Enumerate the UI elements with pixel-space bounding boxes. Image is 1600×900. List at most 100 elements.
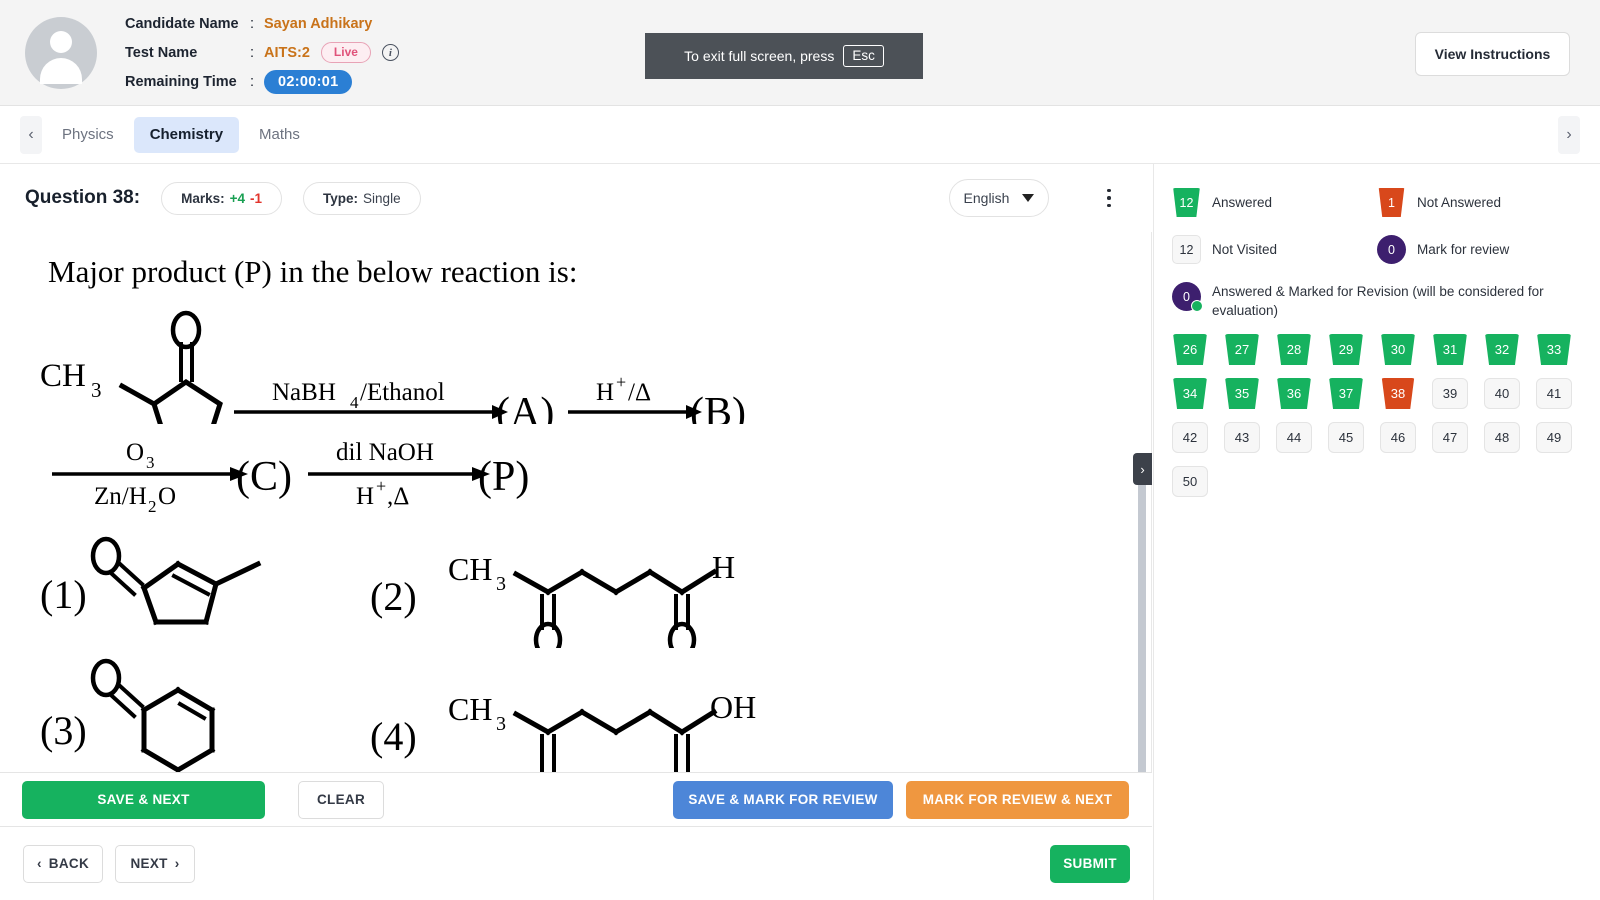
tab-chemistry[interactable]: Chemistry <box>133 116 240 153</box>
reaction-scheme-line-2: O 3 Zn/H 2 O (C) dil NaOH H + ,Δ (P) <box>52 439 529 516</box>
tab-physics[interactable]: Physics <box>46 117 130 153</box>
language-value: English <box>963 190 1010 206</box>
svg-text:4: 4 <box>350 393 359 412</box>
palette-q48[interactable]: 48 <box>1484 422 1520 453</box>
question-number: Question 38: <box>25 187 141 208</box>
palette-q47[interactable]: 47 <box>1432 422 1468 453</box>
palette-q30[interactable]: 30 <box>1381 334 1415 365</box>
palette-q33[interactable]: 33 <box>1537 334 1571 365</box>
palette-q32[interactable]: 32 <box>1485 334 1519 365</box>
panel-collapse-chevron-right-icon[interactable]: › <box>1133 453 1152 485</box>
legend-not-visited-label: Not Visited <box>1212 242 1278 257</box>
avatar <box>25 16 97 89</box>
palette-q27[interactable]: 27 <box>1225 334 1259 365</box>
submit-button[interactable]: SUBMIT <box>1050 844 1130 883</box>
info-icon[interactable]: i <box>381 44 399 61</box>
colon-2: : <box>250 44 255 61</box>
more-options-icon[interactable] <box>1099 182 1119 214</box>
tab-next-chevron-right-icon[interactable]: › <box>1558 115 1580 154</box>
next-button[interactable]: NEXT › <box>115 844 195 883</box>
palette-q40[interactable]: 40 <box>1484 378 1520 409</box>
avatar-body-icon <box>40 57 82 84</box>
fullscreen-toast: To exit full screen, press Esc <box>645 33 923 79</box>
palette-q49[interactable]: 49 <box>1536 422 1572 453</box>
legend-row-1: 12 Answered 1 Not Answered <box>1172 188 1582 217</box>
palette-q37[interactable]: 37 <box>1329 378 1363 409</box>
legend-answered-marked-badge: 0 <box>1172 282 1203 312</box>
legend-mark-review-label: Mark for review <box>1417 242 1510 257</box>
chevron-down-icon <box>1022 194 1035 202</box>
test-name-row: Test Name : AITS:2 Live i <box>125 38 399 67</box>
svg-text:3: 3 <box>91 378 102 402</box>
svg-text:+: + <box>376 476 386 496</box>
question-number-palette: 26 27 28 29 30 31 32 33 34 35 36 37 38 3… <box>1154 320 1600 497</box>
option-2[interactable]: (2) CH 3 H <box>370 530 770 648</box>
palette-q43[interactable]: 43 <box>1224 422 1260 453</box>
type-value: Single <box>363 190 401 206</box>
candidate-name-label: Candidate Name <box>125 15 239 32</box>
legend-answered: 12 Answered <box>1172 188 1377 217</box>
test-name-label: Test Name <box>125 44 198 61</box>
view-instructions-label: View Instructions <box>1434 46 1551 62</box>
svg-text:(P): (P) <box>478 454 529 500</box>
save-and-mark-for-review-button[interactable]: SAVE & MARK FOR REVIEW <box>673 780 893 819</box>
svg-text:CH: CH <box>448 691 492 727</box>
svg-text:H: H <box>596 379 614 406</box>
palette-q35[interactable]: 35 <box>1225 378 1259 409</box>
kebab-dot-1 <box>1107 188 1111 193</box>
legend-not-visited-badge: 12 <box>1172 235 1201 264</box>
palette-q28[interactable]: 28 <box>1277 334 1311 365</box>
status-legend: 12 Answered 1 Not Answered 12 Not Visite… <box>1154 164 1600 320</box>
marks-positive: +4 <box>229 190 246 206</box>
svg-text:O: O <box>126 439 144 466</box>
legend-row-2: 12 Not Visited 0 Mark for review <box>1172 235 1582 264</box>
remaining-time-value: 02:00:01 <box>264 69 353 94</box>
option-1[interactable]: (1) <box>34 522 334 632</box>
tab-prev-chevron-left-icon[interactable]: ‹ <box>20 115 42 154</box>
svg-text:O: O <box>158 483 176 510</box>
svg-text:H: H <box>712 549 735 585</box>
palette-q38[interactable]: 38 <box>1381 378 1415 409</box>
view-instructions-button[interactable]: View Instructions <box>1415 32 1570 76</box>
type-chip: Type: Single <box>303 181 421 215</box>
palette-q50[interactable]: 50 <box>1172 466 1208 497</box>
palette-q41[interactable]: 41 <box>1536 378 1572 409</box>
question-scrollbar[interactable] <box>1138 470 1146 772</box>
colon-3: : <box>250 73 255 90</box>
svg-text:NaBH: NaBH <box>272 379 336 406</box>
palette-q42[interactable]: 42 <box>1172 422 1208 453</box>
candidate-name-value: Sayan Adhikary <box>264 15 373 32</box>
remaining-time-row: Remaining Time : 02:00:01 <box>125 67 399 96</box>
legend-mark-review-badge: 0 <box>1377 235 1406 264</box>
back-label: BACK <box>48 856 89 871</box>
save-and-next-button[interactable]: SAVE & NEXT <box>22 780 265 819</box>
palette-q46[interactable]: 46 <box>1380 422 1416 453</box>
type-label: Type: <box>323 190 359 206</box>
mark-for-review-and-next-button[interactable]: MARK FOR REVIEW & NEXT <box>906 780 1129 819</box>
svg-text:Zn/H: Zn/H <box>94 483 147 510</box>
legend-answered-badge: 12 <box>1173 188 1200 217</box>
palette-q26[interactable]: 26 <box>1173 334 1207 365</box>
palette-q29[interactable]: 29 <box>1329 334 1363 365</box>
clear-button[interactable]: CLEAR <box>298 780 384 819</box>
kebab-dot-2 <box>1107 196 1111 200</box>
palette-q34[interactable]: 34 <box>1173 378 1207 409</box>
legend-answered-marked-label: Answered & Marked for Revision (will be … <box>1212 284 1544 318</box>
palette-q45[interactable]: 45 <box>1328 422 1364 453</box>
option-4[interactable]: (4) CH 3 OH <box>370 670 770 772</box>
palette-q36[interactable]: 36 <box>1277 378 1311 409</box>
svg-text:dil NaOH: dil NaOH <box>336 439 434 466</box>
avatar-head-icon <box>50 30 72 53</box>
language-select[interactable]: English <box>949 179 1049 217</box>
option-3[interactable]: (3) <box>34 652 334 772</box>
legend-not-answered: 1 Not Answered <box>1377 188 1582 217</box>
palette-q44[interactable]: 44 <box>1276 422 1312 453</box>
legend-not-visited: 12 Not Visited <box>1172 235 1377 264</box>
palette-q39[interactable]: 39 <box>1432 378 1468 409</box>
question-meta-bar: Question 38: Marks: +4 -1 Type: Single E… <box>0 164 1152 232</box>
reaction-scheme-line-1: CH 3 NaBH 4 /Ethanol (A) H + /Δ (B) <box>40 310 746 424</box>
palette-q31[interactable]: 31 <box>1433 334 1467 365</box>
back-button[interactable]: ‹ BACK <box>23 844 103 883</box>
answer-action-bar: SAVE & NEXT CLEAR SAVE & MARK FOR REVIEW… <box>0 772 1152 827</box>
tab-maths[interactable]: Maths <box>243 117 316 153</box>
